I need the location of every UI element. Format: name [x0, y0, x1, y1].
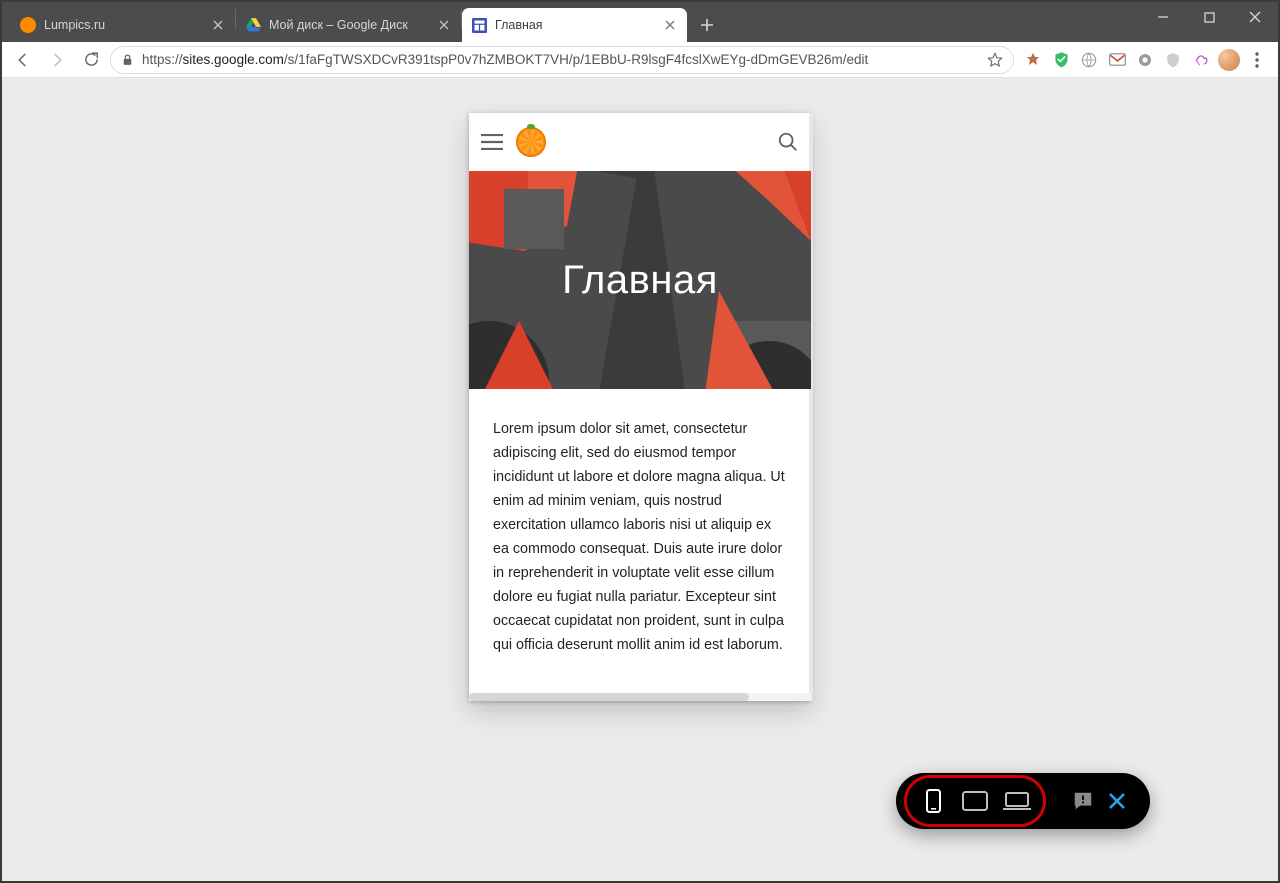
- hamburger-menu-icon[interactable]: [481, 134, 503, 150]
- tab-gdrive[interactable]: Мой диск – Google Диск: [236, 8, 461, 42]
- url-path: /s/1faFgTWSXDCvR391tspP0v7hZMBOKT7VH/p/1…: [284, 52, 868, 67]
- hero-title: Главная: [562, 258, 718, 303]
- device-switcher-highlight: [904, 775, 1046, 827]
- browser-menu-button[interactable]: [1246, 49, 1268, 71]
- url-scheme: https://: [142, 52, 183, 67]
- tab-label: Главная: [495, 18, 655, 32]
- extension-icon[interactable]: [1134, 49, 1156, 71]
- tab-close-icon[interactable]: [211, 18, 225, 32]
- window-close-button[interactable]: [1232, 2, 1278, 32]
- hero-banner: Главная: [469, 171, 811, 389]
- window-minimize-button[interactable]: [1140, 2, 1186, 32]
- profile-avatar[interactable]: [1218, 49, 1240, 71]
- search-icon[interactable]: [777, 131, 799, 153]
- url-host: sites.google.com: [183, 52, 284, 67]
- extension-icon[interactable]: [1022, 49, 1044, 71]
- page-content: Главная Lorem ipsum dolor sit amet, cons…: [2, 78, 1278, 881]
- url-text: https://sites.google.com/s/1faFgTWSXDCvR…: [142, 52, 979, 67]
- extensions-row: [1018, 49, 1272, 71]
- preview-toolbar: [896, 773, 1150, 829]
- extension-icon[interactable]: [1078, 49, 1100, 71]
- close-preview-icon[interactable]: [1102, 786, 1132, 816]
- window-controls: [1140, 2, 1278, 42]
- nav-forward-button[interactable]: [42, 45, 72, 75]
- mobile-preview-frame: Главная Lorem ipsum dolor sit amet, cons…: [469, 113, 811, 701]
- tab-lumpics[interactable]: Lumpics.ru: [10, 8, 235, 42]
- titlebar: Lumpics.ru Мой диск – Google Диск: [2, 2, 1278, 42]
- tab-label: Мой диск – Google Диск: [269, 18, 429, 32]
- favicon-gsites-icon: [472, 18, 487, 33]
- extension-icon[interactable]: [1050, 49, 1072, 71]
- bookmark-star-icon[interactable]: [987, 52, 1003, 68]
- feedback-icon[interactable]: [1068, 786, 1098, 816]
- extension-icon[interactable]: [1162, 49, 1184, 71]
- extension-icon[interactable]: [1190, 49, 1212, 71]
- tab-gsites-active[interactable]: Главная: [462, 8, 687, 42]
- address-bar[interactable]: https://sites.google.com/s/1faFgTWSXDCvR…: [110, 46, 1014, 74]
- device-desktop-button[interactable]: [1001, 783, 1033, 819]
- scrollbar-thumb[interactable]: [469, 693, 749, 701]
- tab-label: Lumpics.ru: [44, 18, 203, 32]
- lock-icon: [121, 53, 134, 67]
- device-phone-button[interactable]: [917, 783, 949, 819]
- browser-window: Lumpics.ru Мой диск – Google Диск: [0, 0, 1280, 883]
- browser-toolbar: https://sites.google.com/s/1faFgTWSXDCvR…: [2, 42, 1278, 78]
- site-logo-icon: [515, 126, 547, 158]
- scrollbar-horizontal[interactable]: [469, 693, 811, 701]
- extension-icon[interactable]: [1106, 49, 1128, 71]
- window-maximize-button[interactable]: [1186, 2, 1232, 32]
- nav-reload-button[interactable]: [76, 45, 106, 75]
- tab-close-icon[interactable]: [663, 18, 677, 32]
- tab-strip: Lumpics.ru Мой диск – Google Диск: [2, 2, 1140, 42]
- site-header: [469, 113, 811, 171]
- nav-back-button[interactable]: [8, 45, 38, 75]
- favicon-gdrive-icon: [246, 18, 261, 32]
- tab-close-icon[interactable]: [437, 18, 451, 32]
- favicon-orange-icon: [20, 17, 36, 33]
- new-tab-button[interactable]: [693, 11, 721, 39]
- device-tablet-button[interactable]: [959, 783, 991, 819]
- page-body-text: Lorem ipsum dolor sit amet, consectetur …: [469, 389, 811, 693]
- mobile-preview: Главная Lorem ipsum dolor sit amet, cons…: [469, 113, 811, 701]
